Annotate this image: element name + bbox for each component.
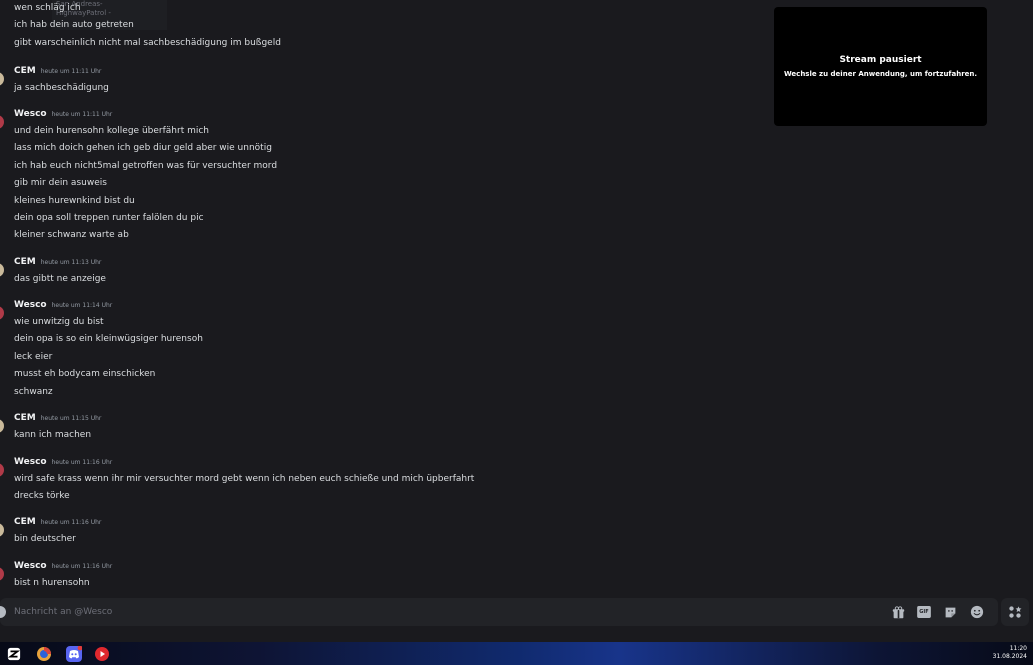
message-group: Wesco heute um 11:16 Uhr wird safe krass … [0,457,474,506]
message-line: kleines hurewnkind bist du [14,195,135,206]
timestamp: heute um 11:15 Uhr [40,415,102,422]
timestamp: heute um 11:16 Uhr [40,519,102,526]
capcut-icon[interactable] [6,646,22,662]
clock-time: 11:20 [1009,645,1027,652]
message-line: leck eier [14,351,53,362]
browser-icon[interactable] [36,646,52,662]
message-group: Wesco heute um 11:11 Uhr und dein hurenso… [0,109,277,245]
system-clock[interactable]: 11:20 31.08.2024 [993,645,1027,661]
gif-icon[interactable]: GIF [916,604,932,620]
message-group: Wesco heute um 11:14 Uhr wie unwitzig du … [0,300,203,401]
clock-date: 31.08.2024 [992,653,1027,660]
timestamp: heute um 11:14 Uhr [51,302,113,309]
youtube-icon[interactable] [94,646,110,662]
message-line: musst eh bodycam einschicken [14,369,156,380]
message-input-box: GIF [0,598,998,626]
stream-paused-subtitle: Wechsle zu deiner Anwendung, um fortzufa… [783,70,978,78]
taskbar-gap [0,628,1033,642]
sticker-icon[interactable] [942,604,958,620]
message-line: dein opa soll treppen runter falölen du … [14,213,204,224]
message-group: CEM heute um 11:16 Uhr bin deutscher [0,517,101,548]
avatar[interactable] [0,419,4,433]
apps-icon [1009,606,1022,618]
author-name[interactable]: CEM [14,517,36,527]
apps-button[interactable] [1001,598,1029,626]
emoji-icon[interactable] [969,604,985,620]
discord-icon[interactable] [66,646,82,662]
message-line: kleiner schwanz warte ab [14,230,129,241]
message-line: wen schläg ich [14,3,81,13]
message-line: gib mir dein asuweis [14,178,107,189]
message-input[interactable] [14,603,714,621]
gif-label: GIF [919,609,929,615]
message-line: bin deutscher [14,534,76,544]
message-line: drecks törke [14,491,70,502]
author-name[interactable]: Wesco [14,109,47,119]
message-line: lass mich doich gehen ich geb diur geld … [14,143,272,154]
message-line: kann ich machen [14,430,92,440]
author-name[interactable]: Wesco [14,457,47,467]
message-line: ja sachbeschädigung [14,83,109,93]
author-name[interactable]: CEM [14,413,36,423]
timestamp: heute um 11:11 Uhr [51,111,113,118]
message-line: dein opa is so ein kleinwügsiger hurenso… [14,334,203,345]
gift-icon[interactable] [890,604,906,620]
message-line: und dein hurensohn kollege überfährt mic… [14,126,210,136]
avatar[interactable] [0,72,4,86]
timestamp: heute um 11:13 Uhr [40,259,102,266]
avatar[interactable] [0,306,4,320]
timestamp: heute um 11:11 Uhr [40,68,102,75]
message-line: ich hab dein auto getreten [14,20,134,31]
message-line: ich hab euch nicht5mal getroffen was für… [14,160,278,171]
message-line: wird safe krass wenn ihr mir versuchter … [14,474,475,484]
avatar[interactable] [0,523,4,537]
message-line: bist n hurensohn [14,578,90,588]
message-group: CEM heute um 11:15 Uhr kann ich machen [0,413,101,444]
taskbar: 11:20 31.08.2024 [0,642,1033,665]
message-line: das gibtt ne anzeige [14,274,106,284]
message-line: schwanz [14,386,53,397]
timestamp: heute um 11:16 Uhr [51,563,113,570]
message-group-intro: wen schläg ich ich hab dein auto getrete… [0,0,281,52]
author-name[interactable]: Wesco [14,300,47,310]
author-name[interactable]: Wesco [14,561,47,571]
author-name[interactable]: CEM [14,257,36,267]
avatar[interactable] [0,115,4,129]
message-group: CEM heute um 11:11 Uhr ja sachbeschädigun… [0,66,109,97]
stream-preview[interactable]: Stream pausiert Wechsle zu deiner Anwend… [774,7,987,126]
message-composer: GIF [0,598,1033,628]
timestamp: heute um 11:16 Uhr [51,459,113,466]
author-name[interactable]: CEM [14,66,36,76]
avatar[interactable] [0,263,4,277]
message-line: wie unwitzig du bist [14,317,104,327]
message-group: Wesco heute um 11:16 Uhr bist n hurensohn [0,561,112,592]
avatar[interactable] [0,463,4,477]
message-group: CEM heute um 11:13 Uhr das gibtt ne anzei… [0,257,106,288]
message-line: gibt warscheinlich nicht mal sachbeschäd… [14,37,281,48]
stream-paused-title: Stream pausiert [839,55,922,65]
avatar[interactable] [0,567,4,581]
upload-plus-icon[interactable] [0,606,6,618]
